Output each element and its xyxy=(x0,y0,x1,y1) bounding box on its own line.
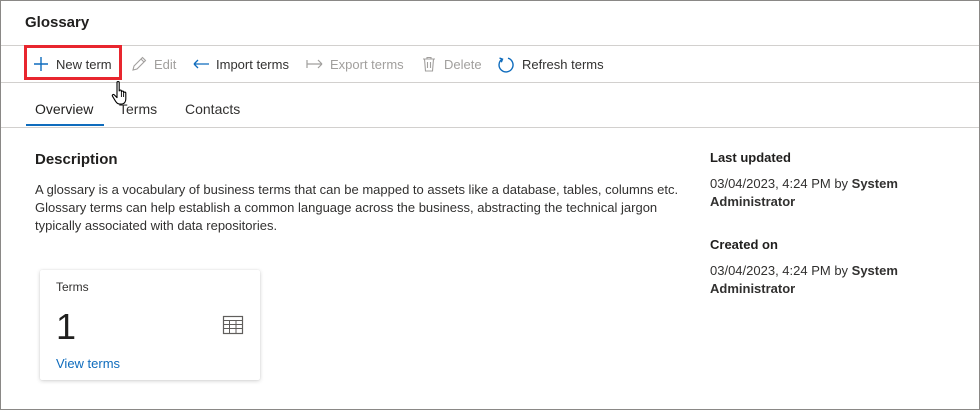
import-terms-label: Import terms xyxy=(216,56,289,72)
export-terms-button[interactable]: Export terms xyxy=(306,46,404,82)
created-on-heading: Created on xyxy=(710,237,778,252)
terms-card-label: Terms xyxy=(56,280,89,294)
title-bar: Glossary xyxy=(1,1,979,46)
tab-overview[interactable]: Overview xyxy=(35,101,93,117)
arrow-right-icon xyxy=(306,55,324,73)
export-terms-label: Export terms xyxy=(330,56,404,72)
refresh-icon xyxy=(496,55,516,73)
description-heading: Description xyxy=(35,151,118,168)
terms-card: Terms 1 View terms xyxy=(40,270,260,380)
edit-label: Edit xyxy=(154,56,177,72)
last-updated-date: 03/04/2023, 4:24 PM by xyxy=(710,176,852,191)
terms-count: 1 xyxy=(56,306,77,347)
last-updated-heading: Last updated xyxy=(710,150,791,165)
new-term-label: New term xyxy=(56,56,112,72)
view-terms-link[interactable]: View terms xyxy=(56,356,120,371)
active-tab-indicator xyxy=(26,124,104,126)
arrow-left-icon xyxy=(192,55,210,73)
pencil-icon xyxy=(130,55,148,73)
delete-button[interactable]: Delete xyxy=(420,46,482,82)
plus-icon xyxy=(32,55,50,73)
refresh-terms-label: Refresh terms xyxy=(522,56,604,72)
tab-contacts[interactable]: Contacts xyxy=(185,101,240,117)
new-term-button[interactable]: New term xyxy=(32,46,112,82)
glossary-panel: Glossary New term Edit Import terms Expo… xyxy=(0,0,980,410)
hand-cursor-icon xyxy=(111,80,133,108)
created-on-date: 03/04/2023, 4:24 PM by xyxy=(710,263,852,278)
table-icon xyxy=(222,314,244,336)
delete-label: Delete xyxy=(444,56,482,72)
toolbar: New term Edit Import terms Export terms xyxy=(1,46,979,83)
refresh-terms-button[interactable]: Refresh terms xyxy=(496,46,604,82)
tab-bar: Overview Terms Contacts xyxy=(1,83,979,128)
page-title: Glossary xyxy=(25,14,90,31)
edit-button[interactable]: Edit xyxy=(130,46,176,82)
description-text: A glossary is a vocabulary of business t… xyxy=(35,182,679,233)
trash-icon xyxy=(420,55,438,73)
last-updated-value: 03/04/2023, 4:24 PM by System Administra… xyxy=(710,175,950,211)
import-terms-button[interactable]: Import terms xyxy=(192,46,289,82)
created-on-value: 03/04/2023, 4:24 PM by System Administra… xyxy=(710,262,950,298)
